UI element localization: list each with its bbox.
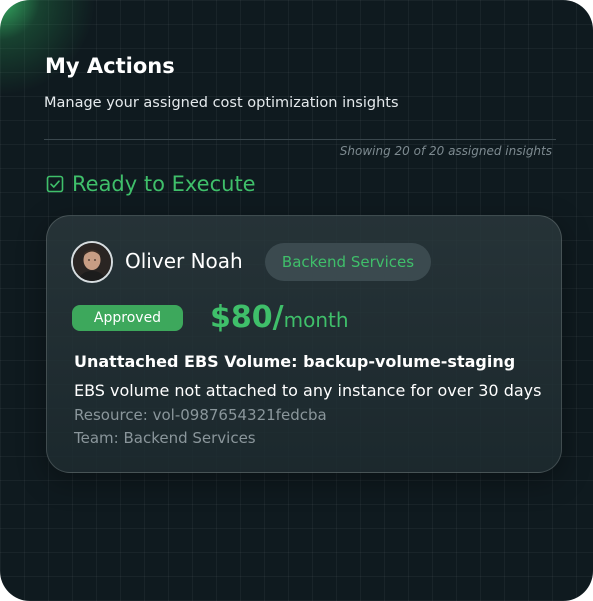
insight-title: Unattached EBS Volume: backup-volume-sta… (74, 352, 516, 371)
savings-amount: $80/month (210, 300, 349, 335)
section-label: Ready to Execute (72, 172, 256, 196)
team-label: Team: Backend Services (74, 429, 256, 447)
insight-card[interactable]: Oliver Noah Backend Services Approved $8… (46, 215, 562, 473)
section-header-ready: Ready to Execute (46, 172, 256, 196)
results-count: Showing 20 of 20 assigned insights (339, 144, 552, 158)
user-avatar-icon (73, 243, 111, 281)
assignee-name: Oliver Noah (125, 249, 243, 273)
page-subtitle: Manage your assigned cost optimization i… (44, 95, 399, 111)
page-title: My Actions (45, 54, 175, 78)
checkbox-checked-icon (46, 175, 64, 193)
insight-description: EBS volume not attached to any instance … (74, 381, 542, 400)
divider (44, 139, 556, 140)
savings-period: month (283, 308, 349, 332)
team-tag: Backend Services (265, 243, 431, 281)
status-badge: Approved (72, 305, 183, 331)
avatar (71, 241, 113, 283)
resource-id: Resource: vol-0987654321fedcba (74, 406, 327, 424)
savings-value: $80/ (210, 300, 284, 335)
my-actions-panel: My Actions Manage your assigned cost opt… (0, 0, 593, 601)
